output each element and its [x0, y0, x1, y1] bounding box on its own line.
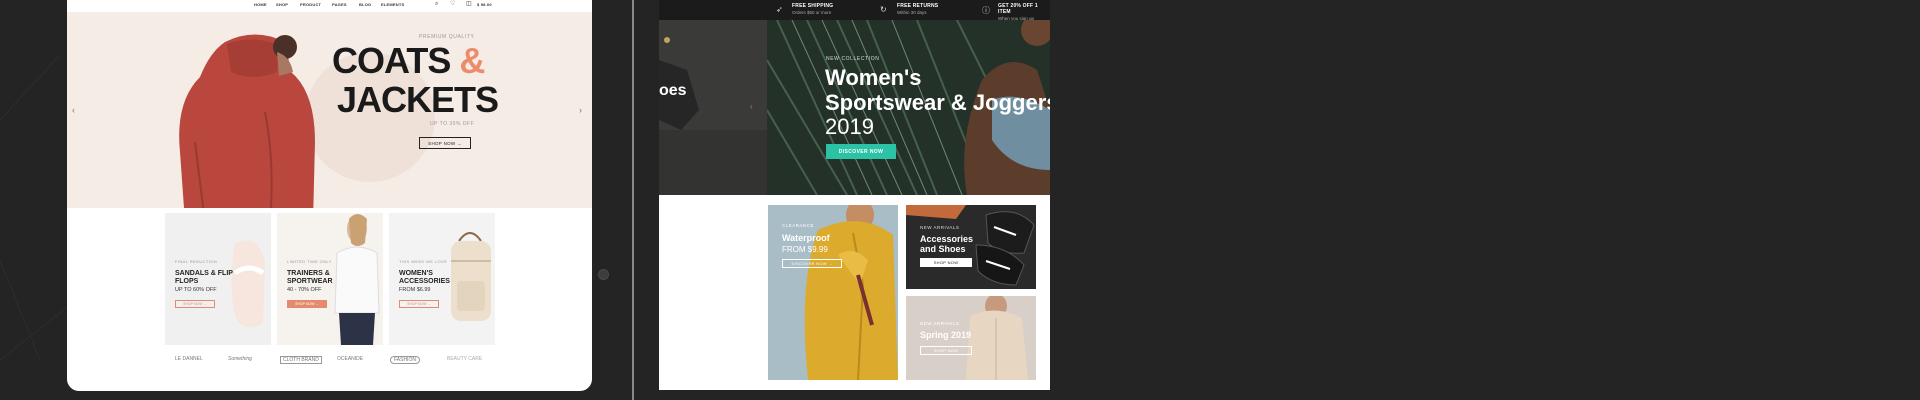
feature-free-returns: FREE RETURNS Within 30 days — [897, 3, 939, 15]
tile-title: Waterproof — [782, 233, 830, 243]
tile-title: Accessories and Shoes — [920, 234, 974, 254]
category-cards: FINAL REDUCTION SANDALS & FLIP FLOPS UP … — [165, 213, 495, 345]
hero-title-line-2: Sportswear & Joggers — [825, 90, 1050, 115]
wishlist-icon[interactable]: ♡ — [450, 1, 455, 7]
hero-title-line-1: Women's — [825, 65, 922, 90]
card-subtitle: UP TO 60% OFF — [175, 287, 217, 293]
card-sandals[interactable]: FINAL REDUCTION SANDALS & FLIP FLOPS UP … — [165, 213, 271, 345]
feature-discount: GET 20% OFF 1 ITEM When you sign up — [998, 3, 1038, 21]
hero-discount: UP TO 30% OFF — [430, 121, 475, 127]
card-kicker: LIMITED TIME ONLY — [287, 259, 332, 264]
tile-shop-button[interactable]: SHOP NOW — [920, 258, 972, 267]
tile-accessories-shoes[interactable]: NEW ARRIVALS Accessories and Shoes SHOP … — [906, 205, 1036, 289]
brand-logo: CLOTH BRAND — [280, 356, 322, 364]
card-shop-button[interactable]: SHOP NOW → — [399, 300, 439, 308]
hero-title-year: 2019 — [825, 114, 874, 139]
red-coat-model-image — [179, 34, 315, 208]
yellow-jacket-model-image — [804, 205, 898, 380]
brand-logo: BEAUTY CARE — [447, 356, 483, 362]
return-icon: ↻ — [880, 5, 887, 14]
card-title: TRAINERS & SPORTWEAR — [287, 270, 333, 285]
tile-waterproof[interactable]: CLEARANCE Waterproof FROM $9.99 DISCOVER… — [768, 205, 898, 380]
slider-prev-icon[interactable]: ‹ — [750, 102, 753, 111]
card-subtitle: FROM $6.99 — [399, 287, 431, 293]
nav-home[interactable]: HOME — [254, 2, 267, 7]
tile-kicker: CLEARANCE — [782, 223, 815, 228]
cart-total[interactable]: $ 98.00 — [477, 2, 492, 7]
card-subtitle: 40 - 70% OFF — [287, 287, 322, 293]
brand-logo: LE DANNEL — [175, 356, 203, 362]
hero-kicker: NEW COLLECTION — [826, 56, 880, 62]
brand-logo: FASHION — [390, 356, 420, 364]
card-accessories[interactable]: THIS WEEK WE LOVE WOMEN'S ACCESSORIES FR… — [389, 213, 495, 345]
hero-banner: PREMIUM QUALITY COATS & JACKETS UP TO 30… — [67, 12, 592, 208]
hero-banner-sportswear: oes ‹ NEW COLLECTION Women's Sportswear … — [659, 20, 1050, 195]
tile-kicker: NEW ARRIVALS — [920, 225, 960, 230]
tile-title: Spring 2019 — [920, 330, 972, 340]
brand-logo: Something — [228, 356, 252, 362]
search-icon[interactable]: ⌕ — [435, 1, 438, 7]
brand-logos: LE DANNEL Something CLOTH BRAND OCEANIDE… — [165, 352, 495, 370]
cart-icon[interactable]: ◫ — [466, 1, 472, 7]
info-icon: ⓘ — [982, 6, 990, 15]
card-kicker: THIS WEEK WE LOVE — [399, 259, 448, 264]
card-title: WOMEN'S ACCESSORIES — [399, 270, 450, 285]
slider-prev-icon[interactable]: ‹ — [72, 105, 75, 115]
tile-discover-button[interactable]: DISCOVER NOW → — [782, 259, 842, 268]
card-trainers[interactable]: LIMITED TIME ONLY TRAINERS & SPORTWEAR 4… — [277, 213, 383, 345]
brand-logo: OCEANIDE — [337, 356, 364, 362]
nav-pages[interactable]: PAGES — [332, 2, 347, 7]
tablet-divider — [632, 0, 634, 400]
tile-subtitle: FROM $9.99 — [782, 245, 828, 254]
tablet-camera — [598, 269, 609, 280]
feature-bar: ➶ FREE SHIPPING Orders $50 or more ↻ FRE… — [659, 0, 1050, 21]
card-shop-button[interactable]: SHOP NOW → — [175, 300, 215, 308]
nav-elements[interactable]: ELEMENTS — [381, 2, 404, 7]
feature-free-shipping: FREE SHIPPING Orders $50 or more — [792, 3, 834, 15]
right-tablet-screen: ➶ FREE SHIPPING Orders $50 or more ↻ FRE… — [659, 0, 1050, 390]
hero-title-line-1: COATS & — [332, 40, 485, 81]
left-tablet-screen: HOME SHOP PRODUCT PAGES BLOG ELEMENTS ⌕ … — [67, 0, 592, 391]
shop-now-button[interactable]: SHOP NOW → — [419, 137, 471, 149]
tile-shop-button[interactable]: SHOP NOW — [920, 346, 972, 355]
tile-spring-2019[interactable]: NEW ARRIVALS Spring 2019 SHOP NOW — [906, 296, 1036, 380]
card-kicker: FINAL REDUCTION — [175, 259, 218, 264]
hero-title-line-2: JACKETS — [337, 79, 499, 120]
discover-now-button[interactable]: DISCOVER NOW — [826, 144, 896, 159]
top-navigation: HOME SHOP PRODUCT PAGES BLOG ELEMENTS ⌕ … — [67, 0, 592, 10]
nav-shop[interactable]: SHOP — [276, 2, 288, 7]
card-shop-button[interactable]: SHOP NOW → — [287, 300, 327, 308]
nav-product[interactable]: PRODUCT — [300, 2, 321, 7]
nav-blog[interactable]: BLOG — [359, 2, 371, 7]
hero-side-text: oes — [659, 82, 687, 99]
slider-next-icon[interactable]: › — [579, 105, 582, 115]
tile-kicker: NEW ARRIVALS — [920, 321, 960, 326]
rocket-icon: ➶ — [776, 5, 783, 14]
card-title: SANDALS & FLIP FLOPS — [175, 270, 233, 285]
empty-dark-area — [1050, 0, 1920, 400]
